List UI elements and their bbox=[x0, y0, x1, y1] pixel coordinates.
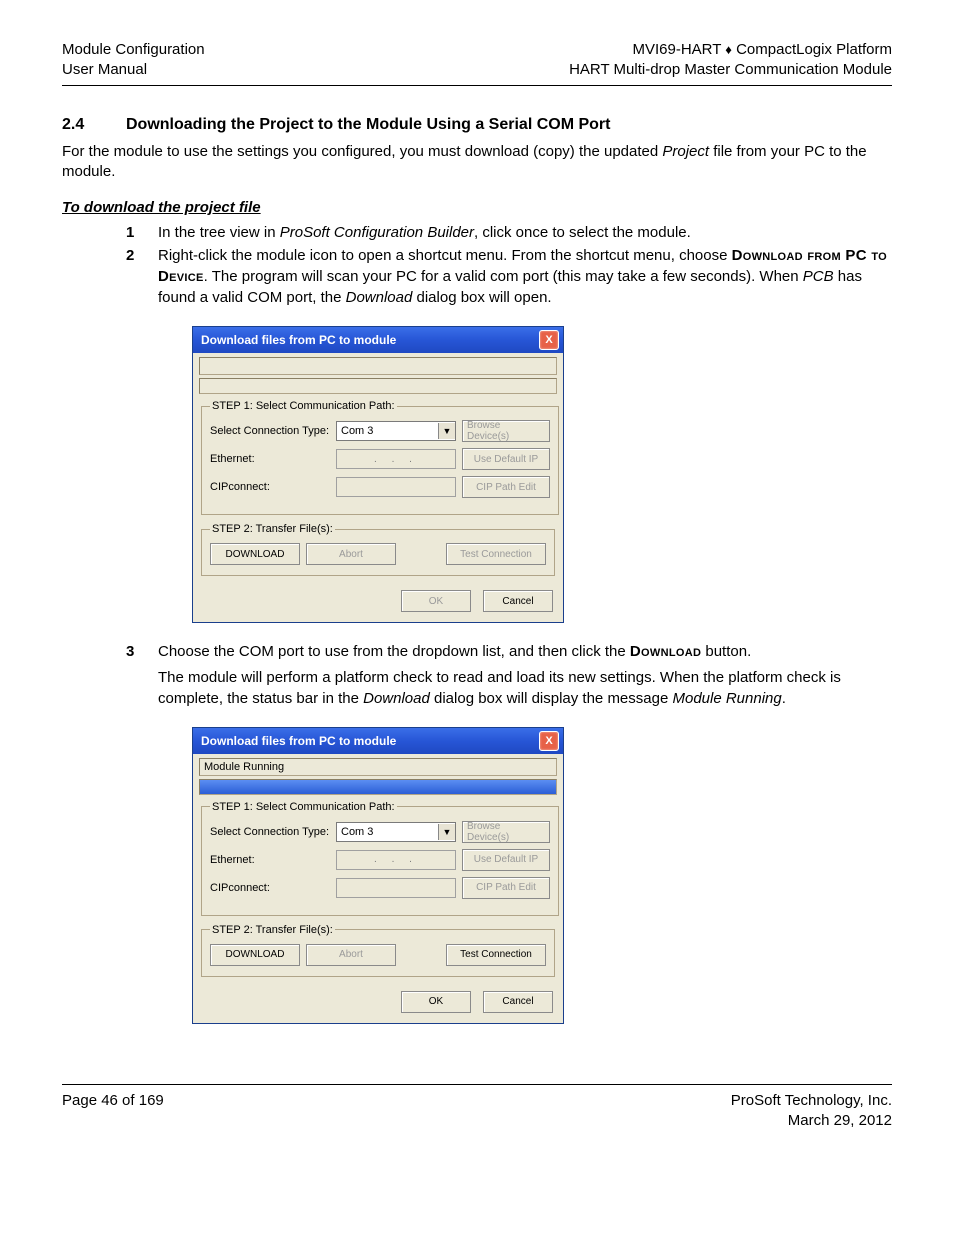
use-default-ip-button[interactable]: Use Default IP bbox=[462, 849, 550, 871]
label-cipconnect: CIPconnect: bbox=[210, 882, 330, 894]
test-connection-button[interactable]: Test Connection bbox=[446, 944, 546, 966]
cip-field bbox=[336, 878, 456, 898]
close-icon[interactable]: X bbox=[539, 330, 559, 350]
page-footer: Page 46 of 169 ProSoft Technology, Inc. … bbox=[62, 1091, 892, 1132]
dialog-titlebar[interactable]: Download files from PC to module X bbox=[193, 728, 563, 754]
section-number: 2.4 bbox=[62, 116, 102, 134]
footer-company: ProSoft Technology, Inc. bbox=[731, 1091, 892, 1111]
step1-legend: STEP 1: Select Communication Path: bbox=[210, 801, 397, 813]
header-left-2: User Manual bbox=[62, 60, 205, 80]
download-button[interactable]: DOWNLOAD bbox=[210, 944, 300, 966]
label-ethernet: Ethernet: bbox=[210, 854, 330, 866]
step-number: 2 bbox=[126, 245, 140, 308]
step1-group: STEP 1: Select Communication Path: Selec… bbox=[201, 801, 559, 916]
cancel-button[interactable]: Cancel bbox=[483, 590, 553, 612]
header-right-1: MVI69-HART ♦ CompactLogix Platform bbox=[569, 40, 892, 60]
step-2: 2 Right-click the module icon to open a … bbox=[126, 245, 892, 308]
step-number: 3 bbox=[126, 641, 140, 662]
cip-field bbox=[336, 477, 456, 497]
cip-path-edit-button[interactable]: CIP Path Edit bbox=[462, 877, 550, 899]
footer-page-number: Page 46 of 169 bbox=[62, 1091, 164, 1132]
step2-legend: STEP 2: Transfer File(s): bbox=[210, 924, 335, 936]
download-dialog-1: Download files from PC to module X STEP … bbox=[192, 326, 564, 623]
test-connection-button[interactable]: Test Connection bbox=[446, 543, 546, 565]
step2-group: STEP 2: Transfer File(s): DOWNLOAD Abort… bbox=[201, 523, 555, 576]
chevron-down-icon[interactable]: ▼ bbox=[438, 824, 455, 840]
abort-button[interactable]: Abort bbox=[306, 543, 396, 565]
use-default-ip-button[interactable]: Use Default IP bbox=[462, 448, 550, 470]
header-right-2: HART Multi-drop Master Communication Mod… bbox=[569, 60, 892, 80]
ethernet-field: . . . bbox=[336, 449, 456, 469]
step2-group: STEP 2: Transfer File(s): DOWNLOAD Abort… bbox=[201, 924, 555, 977]
step1-group: STEP 1: Select Communication Path: Selec… bbox=[201, 400, 559, 515]
step1-legend: STEP 1: Select Communication Path: bbox=[210, 400, 397, 412]
ok-button[interactable]: OK bbox=[401, 991, 471, 1013]
cancel-button[interactable]: Cancel bbox=[483, 991, 553, 1013]
status-field bbox=[199, 357, 557, 375]
header-left-1: Module Configuration bbox=[62, 40, 205, 60]
dialog-title: Download files from PC to module bbox=[201, 333, 396, 347]
intro-paragraph: For the module to use the settings you c… bbox=[62, 142, 892, 183]
step-3: 3 Choose the COM port to use from the dr… bbox=[126, 641, 892, 662]
status-field: Module Running bbox=[199, 758, 557, 776]
footer-rule bbox=[62, 1084, 892, 1085]
footer-date: March 29, 2012 bbox=[731, 1111, 892, 1131]
dialog-titlebar[interactable]: Download files from PC to module X bbox=[193, 327, 563, 353]
download-dialog-2: Download files from PC to module X Modul… bbox=[192, 727, 564, 1024]
progress-bar bbox=[199, 378, 557, 394]
step-number: 1 bbox=[126, 222, 140, 243]
ok-button[interactable]: OK bbox=[401, 590, 471, 612]
step-1: 1 In the tree view in ProSoft Configurat… bbox=[126, 222, 892, 243]
section-heading: 2.4 Downloading the Project to the Modul… bbox=[62, 116, 892, 134]
dialog-title: Download files from PC to module bbox=[201, 734, 396, 748]
ethernet-field: . . . bbox=[336, 850, 456, 870]
progress-bar bbox=[199, 779, 557, 795]
label-connection-type: Select Connection Type: bbox=[210, 425, 330, 437]
label-cipconnect: CIPconnect: bbox=[210, 481, 330, 493]
header-rule bbox=[62, 85, 892, 86]
page-header: Module Configuration User Manual MVI69-H… bbox=[62, 40, 892, 81]
label-connection-type: Select Connection Type: bbox=[210, 826, 330, 838]
step2-legend: STEP 2: Transfer File(s): bbox=[210, 523, 335, 535]
cip-path-edit-button[interactable]: CIP Path Edit bbox=[462, 476, 550, 498]
browse-devices-button[interactable]: Browse Device(s) bbox=[462, 821, 550, 843]
connection-type-combo[interactable]: Com 3 ▼ bbox=[336, 822, 456, 842]
connection-type-combo[interactable]: Com 3 ▼ bbox=[336, 421, 456, 441]
close-icon[interactable]: X bbox=[539, 731, 559, 751]
abort-button[interactable]: Abort bbox=[306, 944, 396, 966]
chevron-down-icon[interactable]: ▼ bbox=[438, 423, 455, 439]
label-ethernet: Ethernet: bbox=[210, 453, 330, 465]
step-3-followup: The module will perform a platform check… bbox=[158, 668, 892, 709]
section-title: Downloading the Project to the Module Us… bbox=[126, 116, 610, 134]
browse-devices-button[interactable]: Browse Device(s) bbox=[462, 420, 550, 442]
subheading: To download the project file bbox=[62, 198, 892, 218]
download-button[interactable]: DOWNLOAD bbox=[210, 543, 300, 565]
